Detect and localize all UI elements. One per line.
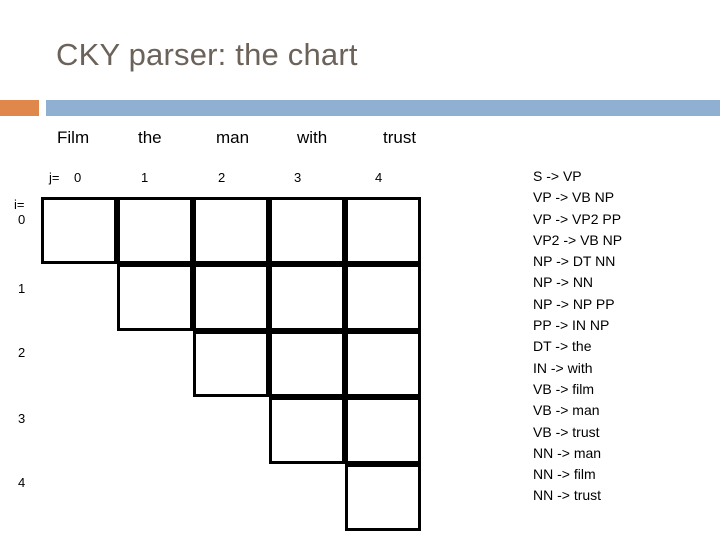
chart-cell-0-3[interactable]	[269, 197, 345, 264]
column-index-0: 0	[74, 170, 82, 185]
grammar-rule-4: NP -> DT NN	[533, 253, 616, 270]
chart-cell-3-4[interactable]	[345, 397, 421, 465]
grammar-rule-0: S -> VP	[533, 168, 582, 184]
grammar-rule-6: NP -> NP PP	[533, 295, 615, 312]
column-word-2: man	[216, 128, 250, 147]
grammar-rule-10: VB -> film	[533, 380, 595, 397]
chart-cell-2-2[interactable]	[193, 330, 269, 398]
column-word-3: with	[297, 128, 328, 147]
chart-cell-0-4[interactable]	[345, 197, 421, 264]
grammar-rules-list: S -> VP VP -> VB NP VP -> VP2 PP VP2 -> VB …	[533, 166, 715, 507]
row-index-2: 2	[18, 345, 26, 360]
grammar-rule-1: VP -> VB NP	[533, 189, 615, 206]
column-word-0: Film	[57, 128, 90, 147]
column-word-1: the	[138, 128, 162, 147]
chart-cell-1-2[interactable]	[193, 263, 269, 331]
row-index-3: 3	[18, 411, 26, 426]
chart-cell-0-0[interactable]	[41, 197, 117, 264]
grammar-rule-9: IN -> with	[533, 359, 593, 376]
row-index-prefix-label: i=	[14, 197, 25, 212]
grammar-rule-8: DT -> the	[533, 338, 592, 355]
row-index-0: 0	[18, 212, 26, 227]
column-index-4: 4	[375, 170, 383, 185]
column-word-4: trust	[383, 128, 417, 147]
grammar-rule-5: NP -> NN	[533, 274, 594, 291]
column-index-3: 3	[294, 170, 302, 185]
grammar-rule-2: VP -> VP2 PP	[533, 210, 622, 227]
row-index-1: 1	[18, 281, 26, 296]
grammar-rule-3: VP2 -> VB NP	[533, 231, 623, 248]
chart-cell-2-4[interactable]	[345, 330, 421, 398]
chart-cell-2-3[interactable]	[269, 330, 345, 398]
column-index-prefix-label: j=	[49, 170, 60, 185]
column-index-1: 1	[141, 170, 149, 185]
chart-cell-1-4[interactable]	[345, 263, 421, 331]
grammar-rule-14: NN -> film	[533, 466, 596, 483]
grammar-rule-7: PP -> IN NP	[533, 317, 610, 334]
cky-chart: Film the man with trust j= 0 1 2 3 4 i= 0 1 2 3 4	[0, 0, 470, 540]
chart-cell-3-3[interactable]	[269, 397, 345, 465]
chart-cell-1-3[interactable]	[269, 263, 345, 331]
row-index-4: 4	[18, 475, 26, 490]
chart-cell-0-1[interactable]	[117, 197, 193, 264]
grammar-rule-15: NN -> trust	[533, 487, 602, 504]
grammar-rule-13: NN -> man	[533, 444, 602, 461]
grammar-rule-11: VB -> man	[533, 402, 600, 419]
column-index-2: 2	[218, 170, 226, 185]
grammar-rule-12: VB -> trust	[533, 423, 600, 440]
chart-cell-0-2[interactable]	[193, 197, 269, 264]
chart-cell-4-4[interactable]	[345, 464, 421, 531]
chart-cell-1-1[interactable]	[117, 263, 193, 331]
chart-grid	[41, 197, 421, 531]
